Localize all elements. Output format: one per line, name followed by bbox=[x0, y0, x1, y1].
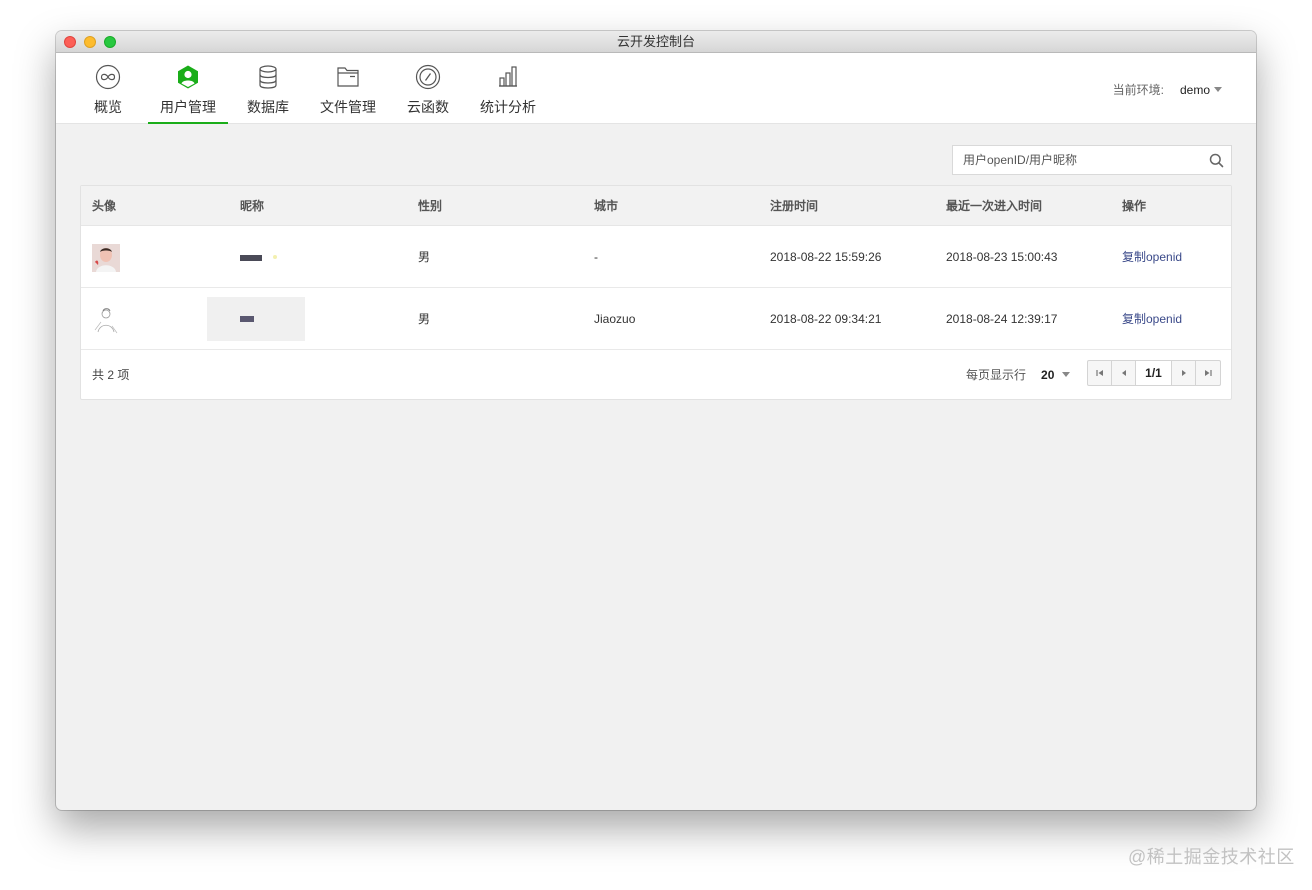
minimize-window-button[interactable] bbox=[84, 36, 96, 48]
stats-icon bbox=[499, 66, 517, 87]
gender-cell: 男 bbox=[418, 312, 431, 326]
next-page-icon bbox=[1181, 370, 1186, 376]
copy-openid-link[interactable]: 复制openid bbox=[1111, 310, 1231, 327]
column-header: 注册时间 bbox=[770, 199, 819, 213]
environment-selector[interactable]: 当前环境: demo bbox=[1113, 81, 1222, 98]
column-header: 性别 bbox=[418, 199, 443, 213]
environment-label: 当前环境: bbox=[1112, 83, 1164, 97]
avatar-cell bbox=[81, 242, 231, 272]
top-navigation: 概览 用户管理 数据库 文件管理 云函数 统计分析 当前环境: demo bbox=[56, 53, 1256, 124]
nav-item-database[interactable]: 数据库 bbox=[244, 53, 292, 124]
nav-label: 文件管理 bbox=[320, 99, 376, 115]
window-title: 云开发控制台 bbox=[616, 34, 695, 49]
registered-cell: 2018-08-22 15:59:26 bbox=[770, 249, 882, 264]
first-page-icon bbox=[1095, 370, 1103, 376]
next-page-button[interactable] bbox=[1172, 361, 1196, 385]
nickname-cell bbox=[231, 250, 407, 264]
user-management-icon bbox=[178, 65, 198, 89]
column-header: 头像 bbox=[92, 199, 117, 213]
pagination: 1/1 bbox=[1087, 360, 1221, 386]
title-bar: 云开发控制台 bbox=[56, 31, 1256, 53]
copy-openid-link[interactable]: 复制openid bbox=[1111, 248, 1231, 265]
user-table-panel: 头像 昵称 性别 城市 注册时间 最近一次进入时间 操作 男 - 2018-08… bbox=[80, 185, 1232, 400]
table-row: 男 Jiaozuo 2018-08-22 09:34:21 2018-08-24… bbox=[81, 288, 1231, 350]
prev-page-icon bbox=[1121, 370, 1126, 376]
chevron-down-icon bbox=[1214, 87, 1222, 92]
page-indicator: 1/1 bbox=[1136, 361, 1172, 385]
search-icon[interactable] bbox=[1201, 146, 1231, 174]
nav-label: 统计分析 bbox=[480, 99, 536, 115]
registered-cell: 2018-08-22 09:34:21 bbox=[770, 311, 882, 326]
total-count: 共 2 项 bbox=[92, 368, 130, 382]
nav-item-statistics[interactable]: 统计分析 bbox=[476, 53, 540, 124]
nav-label: 数据库 bbox=[247, 99, 289, 115]
nickname-hover-area bbox=[207, 296, 305, 341]
overview-icon bbox=[95, 64, 121, 90]
nav-label: 概览 bbox=[94, 99, 122, 115]
database-icon bbox=[259, 65, 277, 89]
chevron-down-icon bbox=[1062, 372, 1071, 377]
nickname-masked bbox=[240, 315, 254, 322]
column-header: 昵称 bbox=[240, 199, 265, 213]
folder-icon bbox=[337, 67, 359, 87]
avatar bbox=[92, 305, 120, 334]
city-cell: Jiaozuo bbox=[594, 311, 636, 326]
prev-page-button[interactable] bbox=[1112, 361, 1136, 385]
rows-per-page-value[interactable]: 20 bbox=[1041, 368, 1054, 382]
table-header: 头像 昵称 性别 城市 注册时间 最近一次进入时间 操作 bbox=[81, 186, 1231, 226]
nickname-cell bbox=[207, 296, 407, 341]
last-visit-cell: 2018-08-23 15:00:43 bbox=[946, 249, 1058, 264]
last-page-button[interactable] bbox=[1196, 361, 1220, 385]
column-header: 城市 bbox=[594, 199, 619, 213]
watermark: @稀土掘金技术社区 bbox=[1128, 847, 1295, 867]
column-header: 最近一次进入时间 bbox=[946, 199, 1043, 213]
rows-per-page-label: 每页显示行 bbox=[966, 368, 1027, 382]
maximize-window-button[interactable] bbox=[104, 36, 116, 48]
search-input[interactable] bbox=[953, 153, 1201, 167]
nav-label: 云函数 bbox=[407, 99, 449, 115]
gender-cell: 男 bbox=[418, 250, 431, 264]
city-cell: - bbox=[594, 249, 598, 264]
first-page-button[interactable] bbox=[1088, 361, 1112, 385]
app-window: 云开发控制台 概览 用户管理 数据库 文件管理 云函数 统计分析 当前环境: d… bbox=[56, 31, 1256, 810]
nav-item-user-management[interactable]: 用户管理 bbox=[148, 53, 228, 124]
nav-item-file-management[interactable]: 文件管理 bbox=[316, 53, 380, 124]
cloud-function-icon bbox=[415, 64, 441, 90]
last-visit-cell: 2018-08-24 12:39:17 bbox=[946, 311, 1058, 326]
avatar bbox=[92, 243, 120, 272]
emoji-dot bbox=[273, 255, 278, 260]
column-header: 操作 bbox=[1122, 199, 1147, 213]
rows-per-page-selector[interactable]: 每页显示行 20 bbox=[966, 366, 1071, 383]
nav-label: 用户管理 bbox=[160, 99, 216, 115]
nav-item-overview[interactable]: 概览 bbox=[84, 53, 132, 124]
environment-value[interactable]: demo bbox=[1180, 83, 1210, 97]
nav-item-cloud-function[interactable]: 云函数 bbox=[404, 53, 452, 124]
table-footer: 共 2 项 每页显示行 20 1/1 bbox=[81, 350, 1231, 399]
window-controls bbox=[64, 36, 116, 48]
user-search bbox=[952, 145, 1232, 175]
close-window-button[interactable] bbox=[64, 36, 76, 48]
nickname-masked bbox=[240, 254, 262, 261]
table-row: 男 - 2018-08-22 15:59:26 2018-08-23 15:00… bbox=[81, 226, 1231, 288]
last-page-icon bbox=[1205, 370, 1212, 376]
